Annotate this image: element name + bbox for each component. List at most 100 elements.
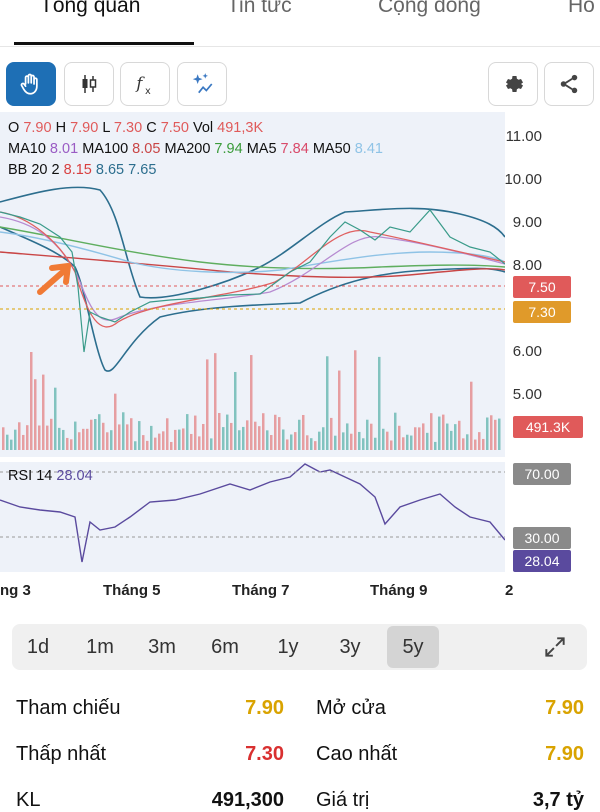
volume-bar xyxy=(306,435,309,450)
volume-bar xyxy=(462,438,465,450)
volume-bar xyxy=(478,432,481,450)
share-icon xyxy=(560,74,578,94)
share-button[interactable] xyxy=(544,62,594,106)
settings-button[interactable] xyxy=(488,62,538,106)
period-3y[interactable]: 3y xyxy=(324,624,376,670)
volume-bar xyxy=(38,425,41,450)
rsi-30-badge: 30.00 xyxy=(513,527,571,549)
volume-bar xyxy=(270,435,273,450)
volume-bar xyxy=(426,432,429,450)
volume-bar xyxy=(118,424,121,450)
period-1m[interactable]: 1m xyxy=(74,624,126,670)
volume-bar xyxy=(290,434,293,450)
volume-bar xyxy=(238,430,241,450)
gear-icon xyxy=(506,76,523,92)
period-5y[interactable]: 5y xyxy=(387,626,439,668)
tab-cong-dong[interactable]: Cộng đồng xyxy=(378,0,481,18)
x-label-thang3: ng 3 xyxy=(0,582,31,599)
volume-bar xyxy=(326,356,329,450)
volume-bar xyxy=(146,440,149,450)
volume-bar xyxy=(106,432,109,450)
volume-bar xyxy=(346,423,349,450)
open-value: 7.90 xyxy=(23,120,52,136)
candlestick-button[interactable] xyxy=(64,62,114,106)
cao-nhat-value: 7.90 xyxy=(545,743,584,765)
volume-bar xyxy=(490,415,493,450)
volume-bar xyxy=(50,418,53,450)
low-value: 7.30 xyxy=(113,120,143,136)
volume-bar xyxy=(286,439,289,450)
volume-bar xyxy=(166,418,169,450)
volume-bar xyxy=(446,423,449,450)
volume-bar xyxy=(198,436,201,450)
svg-text:x: x xyxy=(145,86,151,97)
volume-bar xyxy=(46,425,49,450)
tab-tong-quan[interactable]: Tổng quan xyxy=(40,0,140,18)
close-label: C xyxy=(146,120,157,136)
tab-tin-tuc[interactable]: Tin tức xyxy=(227,0,292,18)
volume-bar xyxy=(302,414,305,450)
volume-bar xyxy=(14,429,17,450)
volume-bar xyxy=(174,429,177,450)
price-line xyxy=(0,209,505,353)
volume-bar xyxy=(370,423,373,450)
close-value: 7.50 xyxy=(160,120,189,136)
ai-tool-button[interactable] xyxy=(177,62,227,106)
rsi-label: RSI 14 xyxy=(8,468,53,484)
volume-bar xyxy=(130,418,133,450)
volume-bar xyxy=(314,441,317,450)
volume-bar xyxy=(402,437,405,450)
volume-bar xyxy=(466,434,469,450)
y-tick-9: 9.00 xyxy=(512,214,542,231)
volume-bar xyxy=(398,425,401,450)
low-price-badge: 7.30 xyxy=(513,301,571,323)
tab-ho[interactable]: Hồ xyxy=(568,0,595,18)
ma50-label: MA50 xyxy=(312,141,351,157)
cao-nhat-label: Cao nhất xyxy=(316,743,398,765)
active-tab-underline xyxy=(14,42,194,45)
volume-bar xyxy=(434,441,437,450)
volume-bar xyxy=(334,435,337,450)
volume-bar xyxy=(374,437,377,450)
volume-bar xyxy=(298,419,301,450)
price-chart[interactable]: O 7.90 H 7.90 L 7.30 C 7.50 Vol 491,3K M… xyxy=(0,112,600,577)
volume-bar xyxy=(2,427,5,450)
period-1d[interactable]: 1d xyxy=(12,624,64,670)
volume-bar xyxy=(362,438,365,450)
volume-bar xyxy=(98,414,101,450)
expand-button[interactable] xyxy=(542,634,568,665)
volume-bar xyxy=(82,428,85,450)
period-3m[interactable]: 3m xyxy=(136,624,188,670)
bb-label: BB 20 2 xyxy=(8,162,60,178)
volume-bar xyxy=(310,438,313,450)
ma200-value: 7.94 xyxy=(214,141,243,157)
volume-bar xyxy=(274,414,277,450)
bb-legend: BB 20 2 8.15 8.65 7.65 xyxy=(8,162,156,178)
volume-bar xyxy=(354,350,357,450)
period-6m[interactable]: 6m xyxy=(199,624,251,670)
volume-bar xyxy=(382,428,385,450)
volume-bar xyxy=(390,440,393,450)
period-1y[interactable]: 1y xyxy=(262,624,314,670)
volume-bar xyxy=(378,356,381,450)
x-label-thang5: Tháng 5 xyxy=(103,582,161,599)
volume-bar xyxy=(250,355,253,450)
volume-bar xyxy=(234,371,237,450)
indicator-button[interactable]: f x xyxy=(120,62,170,106)
volume-bar xyxy=(454,424,457,450)
gia-tri-label: Giá trị xyxy=(316,789,370,811)
volume-bar xyxy=(230,422,233,450)
volume-bar xyxy=(114,393,117,450)
volume-bar xyxy=(342,432,345,450)
tham-chieu-value: 7.90 xyxy=(245,697,284,719)
function-icon: f x xyxy=(135,73,151,97)
ma10-label: MA10 xyxy=(8,141,46,157)
volume-bar xyxy=(78,432,81,450)
volume-bar xyxy=(278,417,281,450)
bb-upper-value: 8.65 xyxy=(95,162,125,178)
orange-arrow xyxy=(37,263,71,295)
volume-bar xyxy=(18,422,21,450)
volume-bar xyxy=(150,425,153,450)
volume-bar xyxy=(458,420,461,450)
hand-tool-button[interactable] xyxy=(6,62,56,106)
